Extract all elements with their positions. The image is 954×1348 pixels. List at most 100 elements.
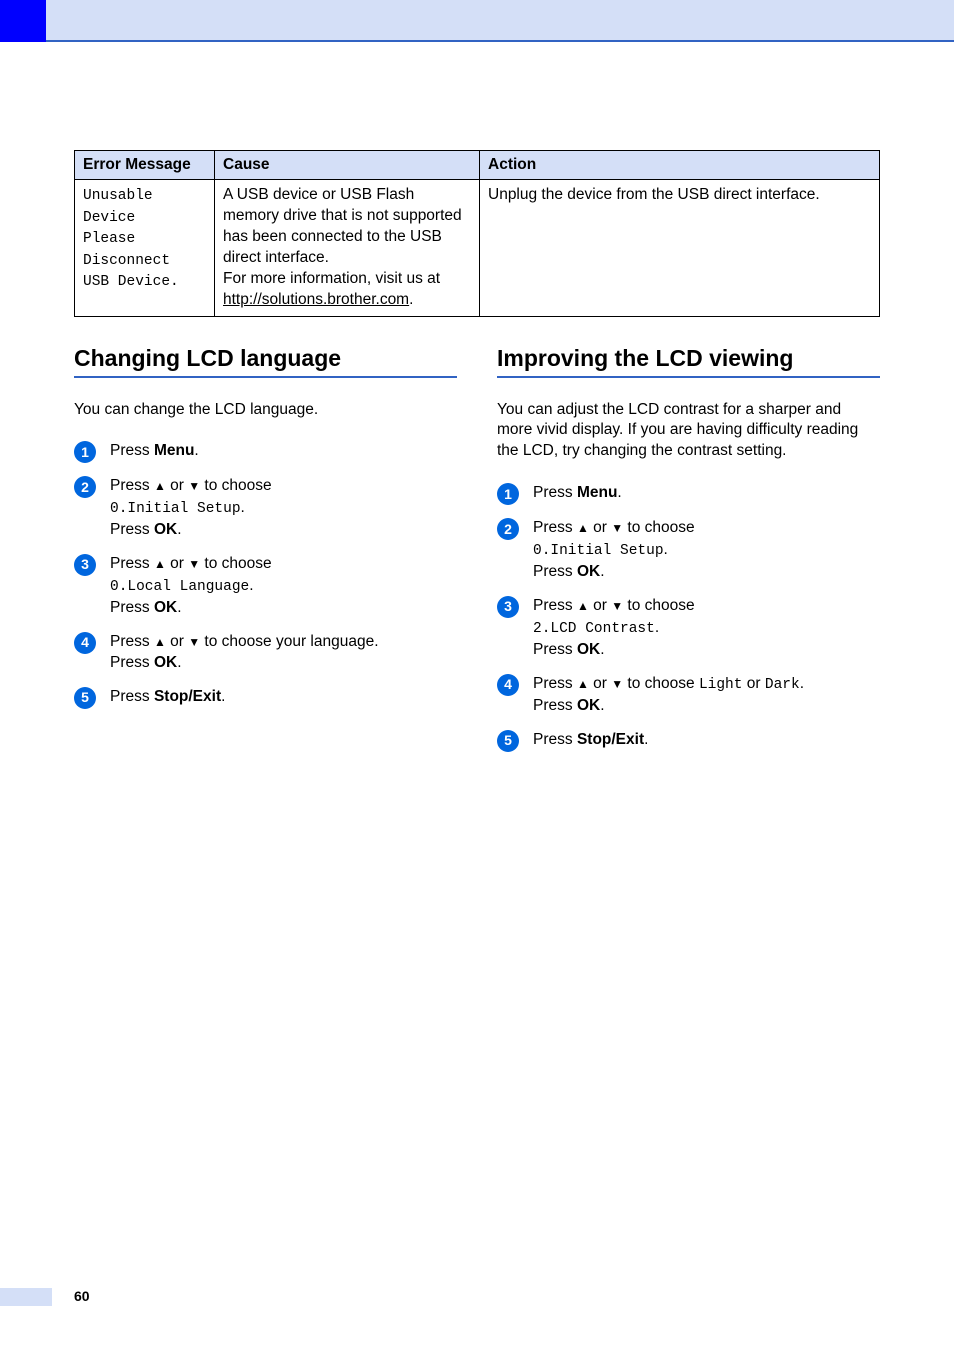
step-2: 2 Press ▲ or ▼ to choose 0.Initial Setup… (74, 475, 457, 541)
cell-cause: A USB device or USB Flash memory drive t… (215, 180, 480, 317)
text: or (742, 675, 764, 692)
down-arrow-icon: ▼ (611, 599, 623, 613)
cell-error: Unusable Device Please Disconnect USB De… (75, 180, 215, 317)
solutions-link[interactable]: http://solutions.brother.com (223, 291, 409, 308)
step-body: Press ▲ or ▼ to choose 2.LCD Contrast. P… (533, 595, 880, 661)
up-arrow-icon: ▲ (154, 635, 166, 649)
step-2: 2 Press ▲ or ▼ to choose 0.Initial Setup… (497, 517, 880, 583)
right-column: Improving the LCD viewing You can adjust… (497, 345, 880, 764)
ok-key: OK (577, 697, 600, 714)
step-5: 5 Press Stop/Exit. (74, 686, 457, 709)
text: or (166, 477, 188, 494)
error-table: Error Message Cause Action Unusable Devi… (74, 150, 880, 317)
heading-changing-lcd-language: Changing LCD language (74, 345, 457, 378)
step-body: Press ▲ or ▼ to choose your language. Pr… (110, 631, 457, 674)
text: Press (110, 654, 154, 671)
text: to choose (200, 477, 272, 494)
heading-improving-lcd-viewing: Improving the LCD viewing (497, 345, 880, 378)
stop-exit-key: Stop/Exit (154, 688, 221, 705)
step-4: 4 Press ▲ or ▼ to choose Light or Dark. … (497, 673, 880, 717)
step-number-icon: 3 (74, 554, 96, 576)
text: . (600, 697, 604, 714)
step-number-icon: 5 (74, 687, 96, 709)
text: . (177, 599, 181, 616)
two-column-layout: Changing LCD language You can change the… (74, 345, 880, 764)
intro-text: You can change the LCD language. (74, 400, 457, 421)
text: . (249, 577, 253, 594)
step-body: Press Menu. (110, 440, 457, 462)
text: Press (533, 731, 577, 748)
page-number: 60 (74, 1288, 90, 1304)
text: . (600, 641, 604, 658)
text: to choose (623, 597, 695, 614)
step-body: Press ▲ or ▼ to choose 0.Initial Setup. … (533, 517, 880, 583)
menu-option: 0.Local Language (110, 579, 249, 595)
text: . (221, 688, 225, 705)
error-line: Unusable Device (83, 188, 153, 226)
header-bar (46, 0, 954, 42)
step-body: Press Stop/Exit. (533, 729, 880, 751)
down-arrow-icon: ▼ (188, 635, 200, 649)
text: Press (110, 633, 154, 650)
text: to choose your language. (200, 633, 378, 650)
text: or (589, 597, 611, 614)
page-number-bar (0, 1288, 52, 1306)
down-arrow-icon: ▼ (188, 557, 200, 571)
text: or (166, 633, 188, 650)
page-content: Error Message Cause Action Unusable Devi… (74, 150, 880, 764)
text: to choose (623, 519, 695, 536)
step-number-icon: 5 (497, 730, 519, 752)
cause-period: . (409, 291, 413, 308)
stop-exit-key: Stop/Exit (577, 731, 644, 748)
step-number-icon: 4 (497, 674, 519, 696)
col-error: Error Message (75, 151, 215, 180)
text: . (644, 731, 648, 748)
up-arrow-icon: ▲ (154, 557, 166, 571)
step-number-icon: 1 (74, 441, 96, 463)
step-body: Press ▲ or ▼ to choose 0.Local Language.… (110, 553, 457, 619)
up-arrow-icon: ▲ (577, 599, 589, 613)
table-row: Unusable Device Please Disconnect USB De… (75, 180, 880, 317)
step-5: 5 Press Stop/Exit. (497, 729, 880, 752)
step-3: 3 Press ▲ or ▼ to choose 0.Local Languag… (74, 553, 457, 619)
text: Press (110, 555, 154, 572)
ok-key: OK (154, 654, 177, 671)
cause-text: For more information, visit us at (223, 270, 440, 287)
text: or (166, 555, 188, 572)
ok-key: OK (154, 599, 177, 616)
option-light: Light (699, 677, 743, 693)
text: . (177, 521, 181, 538)
step-body: Press ▲ or ▼ to choose Light or Dark. Pr… (533, 673, 880, 717)
up-arrow-icon: ▲ (154, 479, 166, 493)
menu-option: 0.Initial Setup (110, 501, 241, 517)
cell-action: Unplug the device from the USB direct in… (480, 180, 880, 317)
text: . (664, 541, 668, 558)
sidebar-tab (0, 0, 46, 42)
option-dark: Dark (765, 677, 800, 693)
text: to choose (623, 675, 699, 692)
text: or (589, 519, 611, 536)
down-arrow-icon: ▼ (188, 479, 200, 493)
text: to choose (200, 555, 272, 572)
text: Press (533, 697, 577, 714)
intro-text: You can adjust the LCD contrast for a sh… (497, 400, 880, 463)
error-line: Please Disconnect (83, 231, 170, 269)
text: or (589, 675, 611, 692)
menu-option: 2.LCD Contrast (533, 621, 655, 637)
text: Press (533, 563, 577, 580)
down-arrow-icon: ▼ (611, 521, 623, 535)
ok-key: OK (577, 563, 600, 580)
text: . (241, 499, 245, 516)
text: Press (533, 519, 577, 536)
step-number-icon: 4 (74, 632, 96, 654)
error-line: USB Device. (83, 274, 179, 290)
step-1: 1 Press Menu. (497, 482, 880, 505)
menu-key: Menu (154, 442, 194, 459)
ok-key: OK (154, 521, 177, 538)
step-body: Press ▲ or ▼ to choose 0.Initial Setup. … (110, 475, 457, 541)
text: Press (533, 484, 577, 501)
text: . (177, 654, 181, 671)
text: Press (533, 675, 577, 692)
menu-option: 0.Initial Setup (533, 543, 664, 559)
text: . (617, 484, 621, 501)
